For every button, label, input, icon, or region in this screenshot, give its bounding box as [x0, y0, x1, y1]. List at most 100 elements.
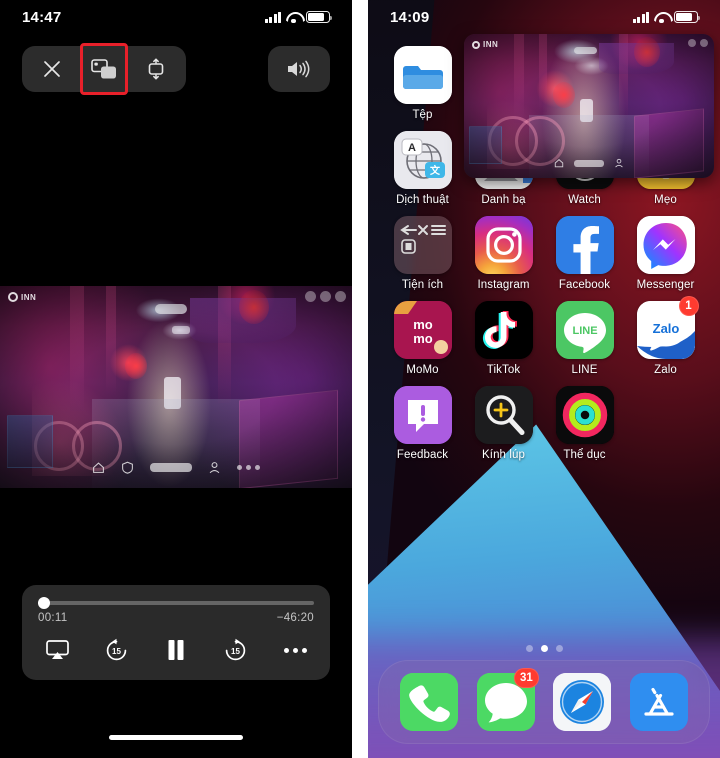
notification-badge: 1 — [678, 296, 699, 316]
right-status-bar: 14:09 — [368, 0, 720, 34]
phone-icon — [400, 673, 459, 731]
pip-window[interactable]: INN — [464, 34, 714, 178]
more-dots-icon — [283, 647, 307, 653]
app-icon-wrapper — [474, 301, 533, 359]
status-bar-indicators — [632, 11, 701, 24]
instagram-icon — [474, 216, 533, 274]
app-icon-feedback[interactable]: Feedback — [382, 386, 463, 461]
fitness-icon — [555, 386, 614, 444]
status-bar-indicators — [264, 11, 333, 24]
right-phone-screenshot: 14:09 Tệp A 文 Dịch thuật Danh bạ Watch M… — [368, 0, 720, 758]
page-indicator-dots[interactable] — [368, 645, 720, 652]
time-readouts: 00:11 −46:20 — [38, 612, 314, 624]
airplay-button[interactable] — [40, 636, 74, 664]
signal-bars-icon — [264, 11, 281, 23]
app-label: Messenger — [636, 279, 695, 291]
svg-text:文: 文 — [430, 164, 441, 177]
playback-scrubber[interactable] — [38, 597, 314, 609]
dock-item-app-store[interactable] — [629, 673, 688, 731]
app-label: Facebook — [558, 279, 611, 291]
app-icon-zalo[interactable]: Zalo 1 Zalo — [625, 296, 706, 376]
app-icon-wrapper: Zalo 1 — [636, 296, 699, 359]
app-icon-instagram[interactable]: Instagram — [463, 216, 544, 291]
notification-badge: 31 — [513, 668, 539, 688]
hud-bar — [150, 463, 192, 472]
app-icon-momo[interactable]: mo mo MoMo — [382, 301, 463, 376]
remaining-time: −46:20 — [276, 612, 314, 624]
app-label: Mẹo — [654, 194, 677, 206]
playback-buttons: 15 15 — [38, 636, 314, 664]
rewind-15-button[interactable]: 15 — [100, 636, 134, 664]
pause-icon — [168, 640, 184, 660]
volume-button[interactable] — [268, 46, 330, 92]
app-icon-dịch-thuật[interactable]: A 文 Dịch thuật — [382, 131, 463, 206]
app-icon-thể-dục[interactable]: Thể dục — [544, 386, 625, 461]
home-screen-dock: 31 — [378, 660, 710, 744]
wifi-icon — [654, 12, 669, 24]
app-icon-wrapper — [555, 386, 614, 444]
left-status-bar: 14:47 — [0, 0, 352, 34]
dock-item-safari[interactable] — [553, 673, 612, 731]
app-store-icon — [629, 673, 688, 731]
safari-icon — [553, 673, 612, 731]
facebook-icon — [555, 216, 614, 274]
app-icon-line[interactable]: LINE LINE — [544, 301, 625, 376]
app-icon-tệp[interactable]: Tệp — [382, 46, 463, 121]
app-icon-tiktok[interactable]: TikTok — [463, 301, 544, 376]
page-dot-2[interactable] — [540, 645, 548, 652]
picture-in-picture-button[interactable] — [78, 43, 130, 95]
video-watermark: INN — [8, 292, 36, 302]
momo-icon: mo mo — [393, 301, 452, 359]
app-icon-facebook[interactable]: Facebook — [544, 216, 625, 291]
dual-screenshot-stage: 14:47 INN 00:11 −46:20 15 15 14:09 Tệp A… — [0, 0, 720, 758]
files-icon — [393, 46, 452, 104]
app-label: MoMo — [406, 364, 439, 376]
play-pause-button[interactable] — [159, 636, 193, 664]
close-x-icon — [44, 61, 60, 77]
player-controls-card: 00:11 −46:20 15 15 — [22, 585, 330, 680]
page-dot-1[interactable] — [525, 645, 533, 652]
magnifier-icon — [474, 386, 533, 444]
app-icon-wrapper — [474, 216, 533, 274]
page-dot-3[interactable] — [555, 645, 563, 652]
pip-watermark: INN — [472, 40, 498, 49]
app-icon-wrapper: mo mo — [393, 301, 452, 359]
video-player-surface[interactable]: INN — [0, 286, 352, 488]
dock-item-phone[interactable] — [400, 673, 459, 731]
svg-text:Zalo: Zalo — [652, 321, 679, 336]
translate-icon: A 文 — [393, 131, 452, 189]
feedback-icon — [393, 386, 452, 444]
person-hud-icon — [209, 462, 220, 474]
person-hud-icon — [615, 158, 623, 168]
momo-icon: mo mo — [393, 301, 452, 359]
app-icon-messenger[interactable]: Messenger — [625, 216, 706, 291]
wifi-icon — [286, 12, 301, 24]
scrubber-knob[interactable] — [38, 597, 50, 609]
app-icon-wrapper — [393, 216, 452, 274]
video-top-toolbar — [0, 43, 352, 95]
screenshot-divider — [352, 0, 368, 758]
more-options-button[interactable] — [278, 636, 312, 664]
home-indicator[interactable] — [109, 735, 243, 740]
utilities-folder-icon — [393, 216, 452, 274]
forward-15-button[interactable]: 15 — [219, 636, 253, 664]
line-icon: LINE — [555, 301, 614, 359]
svg-text:A: A — [408, 142, 416, 154]
toolbar-pill-group — [22, 43, 186, 95]
app-icon-kính-lúp[interactable]: Kính lúp — [463, 386, 544, 461]
app-icon-wrapper — [393, 386, 452, 444]
aspect-fit-button[interactable] — [130, 46, 182, 92]
battery-icon — [674, 11, 701, 23]
shield-hud-icon — [122, 461, 133, 474]
feedback-icon — [393, 386, 452, 444]
app-icon-tiện-ích[interactable]: Tiện ích — [382, 216, 463, 291]
app-icon-wrapper — [393, 46, 452, 104]
app-label: LINE — [571, 364, 598, 376]
dock-item-messages[interactable]: 31 — [476, 668, 539, 731]
utilities-folder-icon — [393, 216, 452, 274]
close-button[interactable] — [26, 46, 78, 92]
messenger-icon — [636, 216, 695, 274]
app-label: Watch — [568, 194, 601, 206]
app-label: Tiện ích — [401, 279, 444, 291]
picture-in-picture-icon — [91, 58, 116, 78]
